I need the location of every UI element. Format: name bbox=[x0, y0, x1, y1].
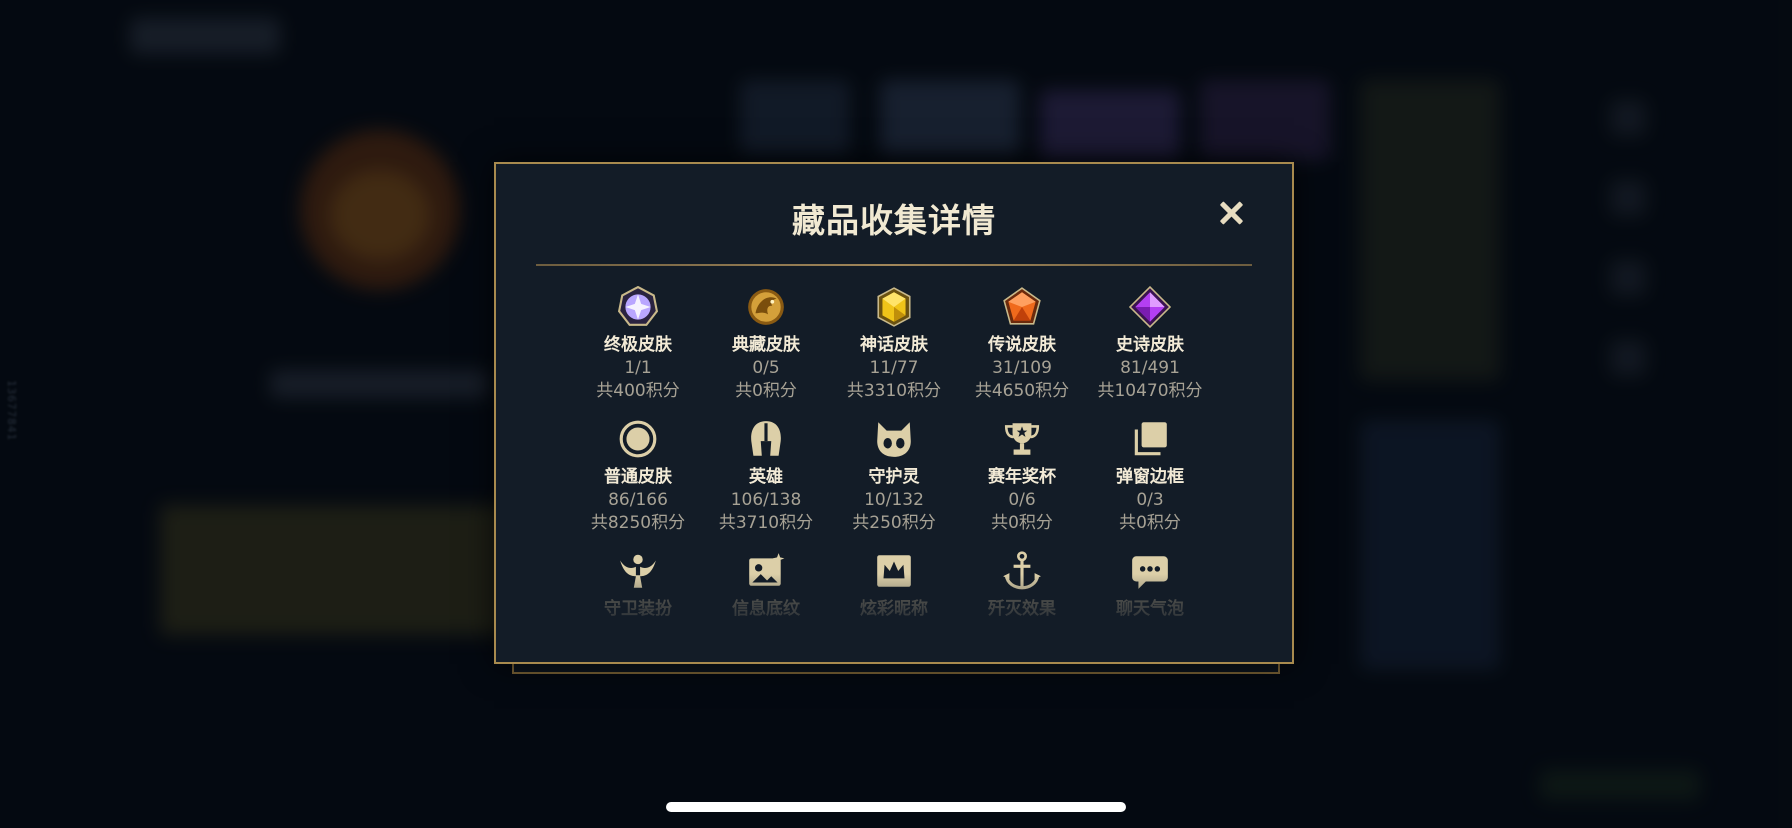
circle-icon bbox=[619, 420, 657, 458]
item-count: 0/3 bbox=[1136, 490, 1164, 510]
collection-item-epic-skin[interactable]: 史诗皮肤 81/491 共10470积分 bbox=[1086, 286, 1214, 404]
collection-details-dialog: 藏品收集详情 终极皮肤 1/1 共400积分 典藏皮肤 0/5 共0积分 神话皮… bbox=[494, 162, 1294, 664]
dialog-title: 藏品收集详情 bbox=[792, 201, 996, 240]
collection-item-normal-skin[interactable]: 普通皮肤 86/166 共8250积分 bbox=[574, 418, 702, 536]
item-count: 10/132 bbox=[864, 490, 924, 510]
item-points: 共400积分 bbox=[596, 381, 680, 401]
collection-item-colorful-nickname[interactable]: 炫彩昵称 bbox=[830, 550, 958, 668]
item-name: 守卫装扮 bbox=[604, 599, 672, 619]
item-name: 神话皮肤 bbox=[860, 335, 928, 355]
item-name: 守护灵 bbox=[868, 467, 920, 487]
collection-item-info-pattern[interactable]: 信息底纹 bbox=[702, 550, 830, 668]
title-divider bbox=[536, 264, 1252, 266]
item-name: 典藏皮肤 bbox=[732, 335, 800, 355]
item-count: 81/491 bbox=[1120, 358, 1180, 378]
item-name: 弹窗边框 bbox=[1116, 467, 1184, 487]
collection-item-ultimate-skin[interactable]: 终极皮肤 1/1 共400积分 bbox=[574, 286, 702, 404]
item-points: 共10470积分 bbox=[1097, 381, 1203, 401]
item-points: 共250积分 bbox=[852, 513, 936, 533]
item-points: 共4650积分 bbox=[974, 381, 1070, 401]
item-name: 聊天气泡 bbox=[1116, 599, 1184, 619]
collection-item-annihilation-effect[interactable]: 歼灭效果 bbox=[958, 550, 1086, 668]
close-icon[interactable] bbox=[1214, 196, 1248, 230]
item-name: 赛年奖杯 bbox=[988, 467, 1056, 487]
collection-item-chat-bubble[interactable]: 聊天气泡 bbox=[1086, 550, 1214, 668]
collection-item-guardian[interactable]: 守护灵 10/132 共250积分 bbox=[830, 418, 958, 536]
item-points: 共0积分 bbox=[991, 513, 1053, 533]
item-name: 信息底纹 bbox=[732, 599, 800, 619]
item-name: 歼灭效果 bbox=[988, 599, 1056, 619]
collection-item-mythic-skin[interactable]: 神话皮肤 11/77 共3310积分 bbox=[830, 286, 958, 404]
helmet-icon bbox=[751, 421, 781, 456]
crystal-gem-icon bbox=[617, 286, 659, 326]
item-points: 共0积分 bbox=[1119, 513, 1181, 533]
collection-item-legendary-skin[interactable]: 传说皮肤 31/109 共4650积分 bbox=[958, 286, 1086, 404]
collection-grid: 终极皮肤 1/1 共400积分 典藏皮肤 0/5 共0积分 神话皮肤 11/77… bbox=[574, 286, 1214, 668]
item-count: 11/77 bbox=[869, 358, 919, 378]
item-name: 炫彩昵称 bbox=[860, 599, 928, 619]
item-points: 共3310积分 bbox=[846, 381, 942, 401]
home-indicator[interactable] bbox=[666, 802, 1126, 812]
item-name: 终极皮肤 bbox=[604, 335, 672, 355]
item-points: 共0积分 bbox=[735, 381, 797, 401]
anchor-icon bbox=[1003, 551, 1041, 590]
item-name: 传说皮肤 bbox=[988, 335, 1056, 355]
trophy-icon bbox=[1004, 423, 1040, 455]
collection-item-prestige-skin[interactable]: 典藏皮肤 0/5 共0积分 bbox=[702, 286, 830, 404]
ward-icon bbox=[620, 554, 656, 588]
gold-dragon-icon bbox=[748, 289, 784, 325]
item-count: 31/109 bbox=[992, 358, 1052, 378]
item-count: 86/166 bbox=[608, 490, 668, 510]
crown-card-icon bbox=[877, 555, 911, 587]
chat-bubble-icon bbox=[1132, 556, 1168, 589]
collection-item-popup-frame[interactable]: 弹窗边框 0/3 共0积分 bbox=[1086, 418, 1214, 536]
guardian-pet-icon bbox=[877, 422, 911, 457]
item-name: 史诗皮肤 bbox=[1116, 335, 1184, 355]
item-count: 0/6 bbox=[1008, 490, 1036, 510]
item-name: 英雄 bbox=[749, 467, 783, 487]
purple-gem-icon bbox=[1129, 286, 1171, 328]
frames-icon bbox=[1134, 422, 1167, 456]
collection-item-season-trophy[interactable]: 赛年奖杯 0/6 共0积分 bbox=[958, 418, 1086, 536]
yellow-gem-icon bbox=[877, 287, 911, 327]
item-name: 普通皮肤 bbox=[604, 467, 672, 487]
item-count: 106/138 bbox=[730, 490, 802, 510]
collection-item-ward-skin[interactable]: 守卫装扮 bbox=[574, 550, 702, 668]
item-count: 0/5 bbox=[752, 358, 780, 378]
item-points: 共8250积分 bbox=[590, 513, 686, 533]
info-card-icon bbox=[749, 553, 785, 586]
item-count: 1/1 bbox=[624, 358, 652, 378]
item-points: 共3710积分 bbox=[718, 513, 814, 533]
collection-item-hero[interactable]: 英雄 106/138 共3710积分 bbox=[702, 418, 830, 536]
orange-gem-icon bbox=[1003, 287, 1041, 325]
